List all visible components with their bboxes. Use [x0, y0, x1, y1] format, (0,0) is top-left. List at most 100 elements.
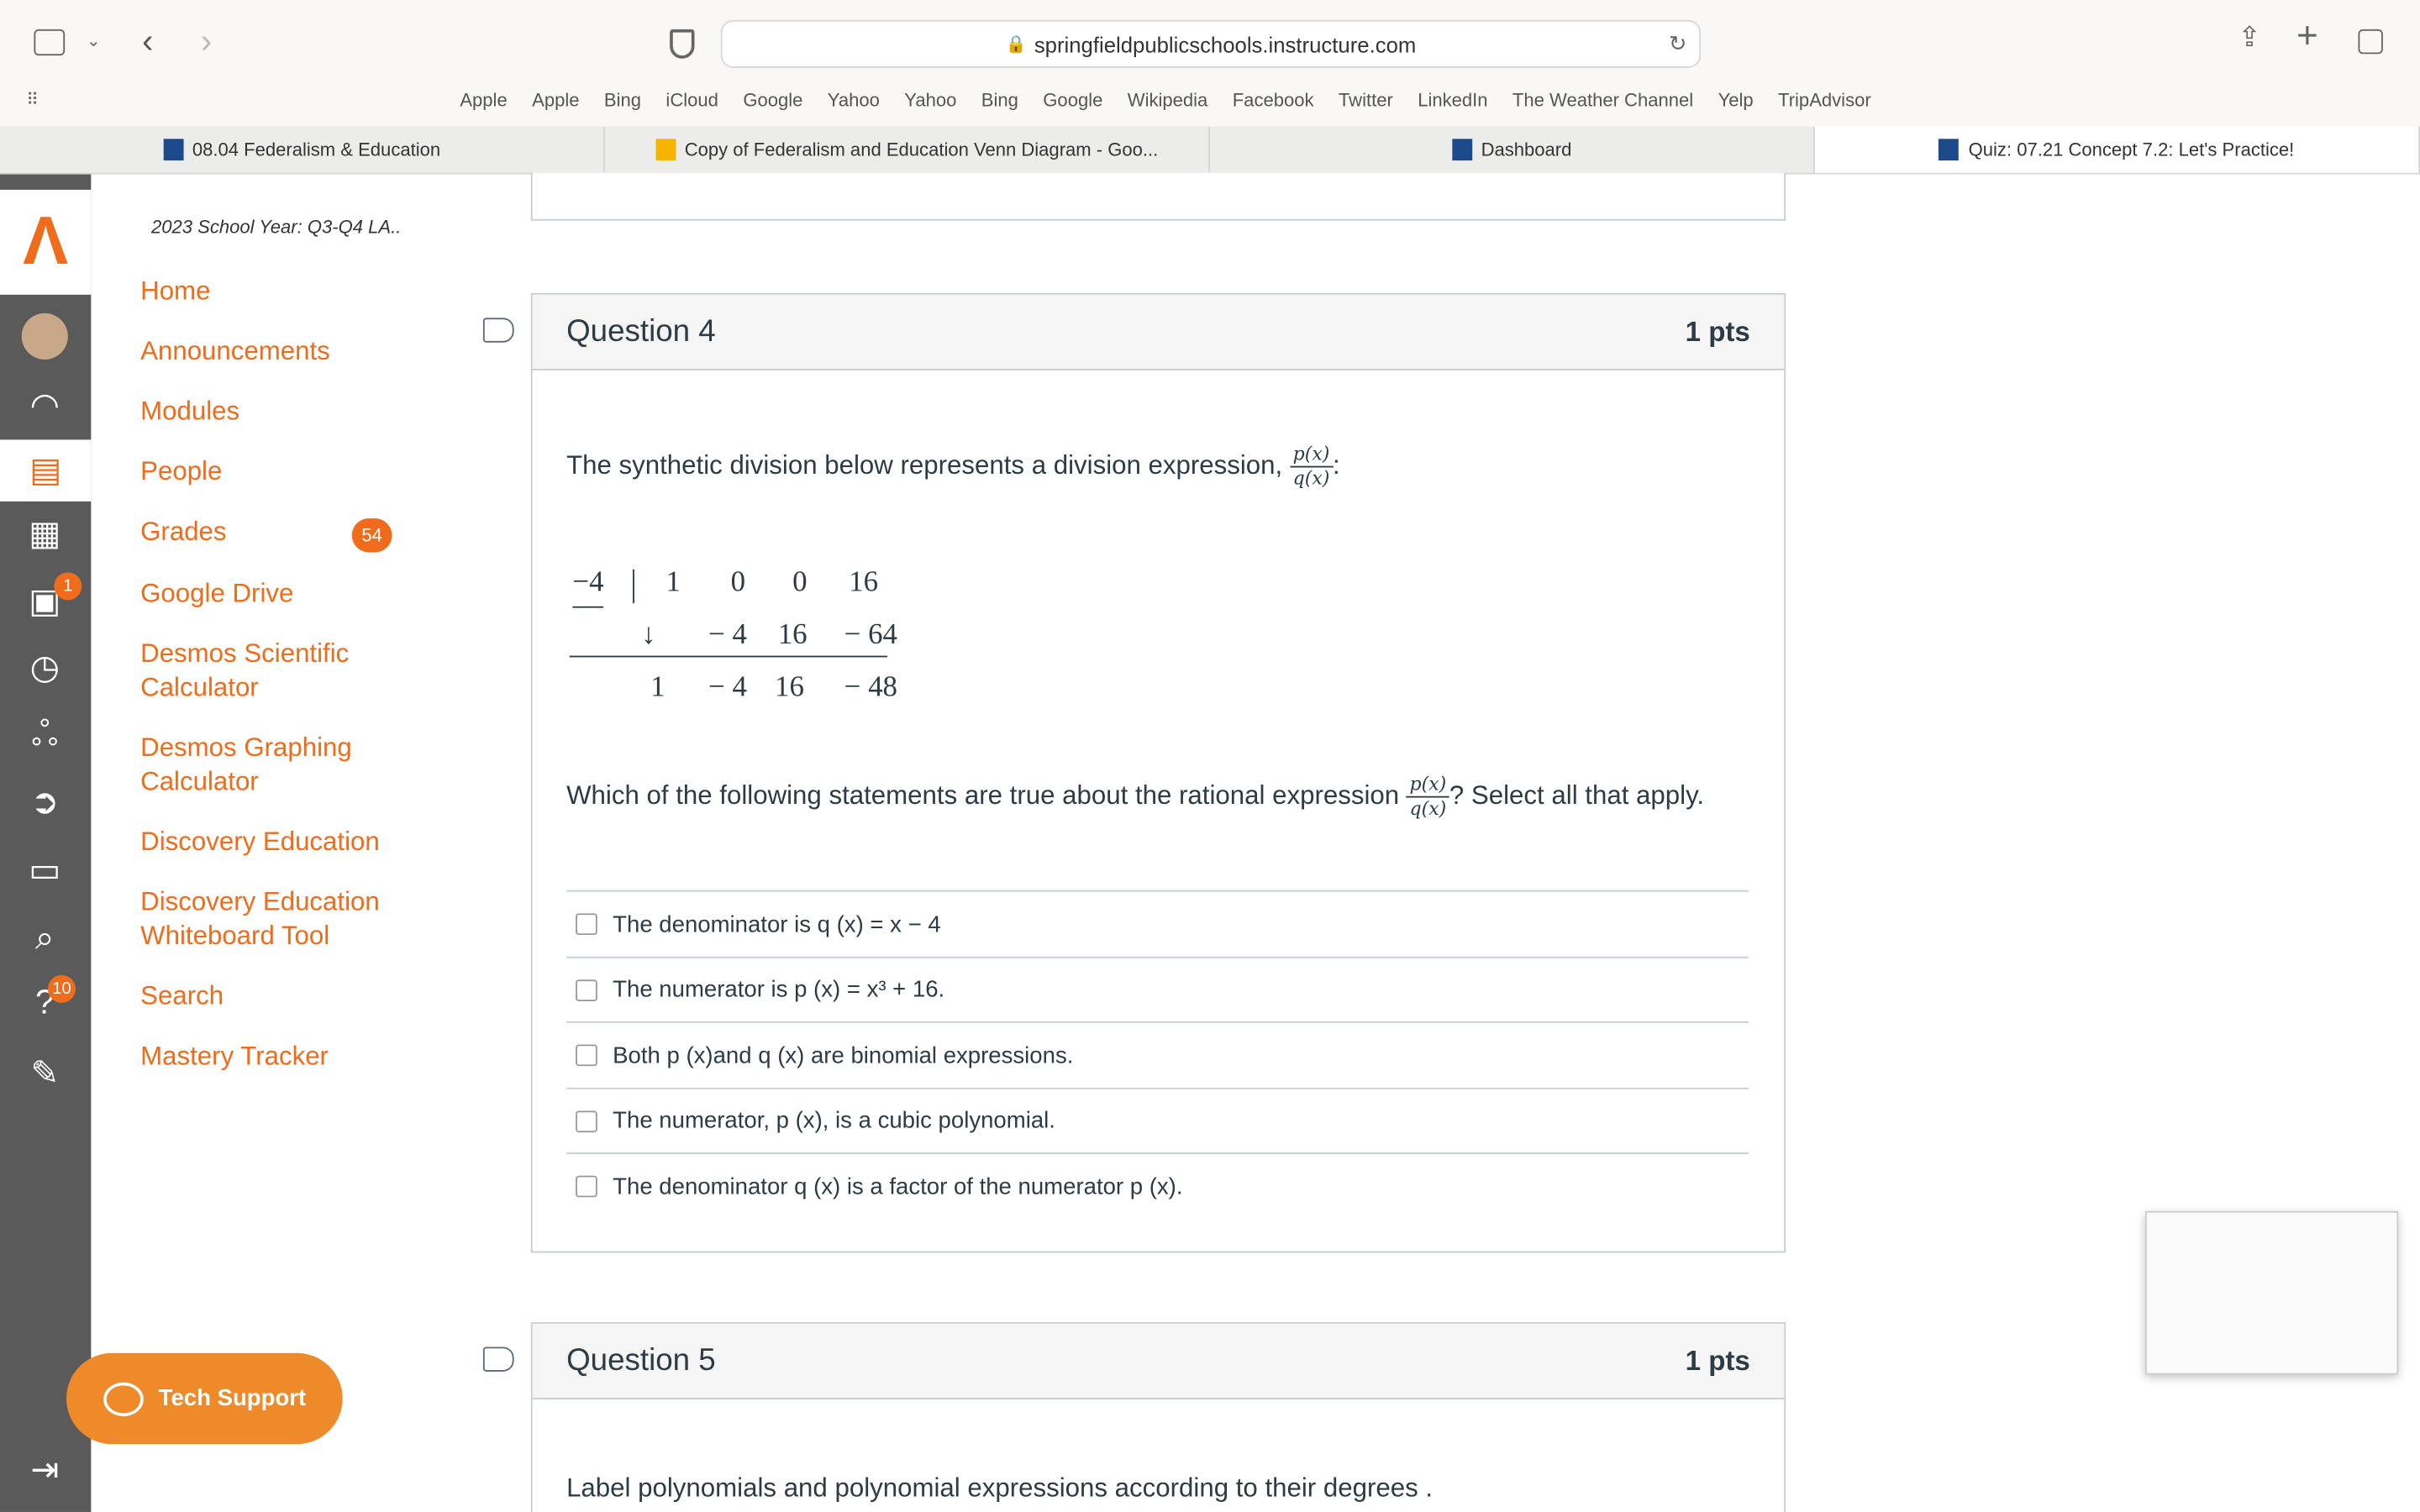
question-4: Question 4 1 pts The synthetic division b… — [530, 292, 1786, 1253]
course-nav-announcements[interactable]: Announcements — [140, 335, 387, 369]
division-cell: 0 — [792, 566, 808, 599]
flag-question-4-icon[interactable] — [482, 318, 514, 343]
division-cell: 16 — [775, 670, 804, 704]
favorite-link[interactable]: LinkedIn — [1418, 90, 1487, 112]
tab-favicon-icon — [1451, 139, 1472, 161]
favorite-link[interactable]: Twitter — [1339, 90, 1393, 112]
sum-line — [569, 655, 888, 658]
course-title: 2023 School Year: Q3-Q4 LA.. — [150, 216, 402, 238]
sidebar-toggle-icon[interactable] — [34, 29, 66, 56]
course-nav-search[interactable]: Search — [140, 979, 387, 1013]
browser-tab[interactable]: 08.04 Federalism & Education — [0, 126, 605, 173]
course-nav-discovery-education[interactable]: Discovery Education — [140, 826, 387, 859]
answer-checkbox[interactable] — [576, 1110, 597, 1132]
browser-tab[interactable]: Dashboard — [1210, 126, 1815, 173]
course-nav-grades[interactable]: Grades — [140, 515, 387, 549]
reload-icon[interactable]: ↻ — [1669, 31, 1687, 57]
course-nav-people[interactable]: People — [140, 455, 387, 489]
answer-option[interactable]: The denominator q (x) is a factor of the… — [566, 1152, 1749, 1219]
history-icon[interactable]: ◷ — [22, 645, 68, 691]
favorite-link[interactable]: Facebook — [1233, 90, 1314, 112]
answer-checkbox[interactable] — [576, 913, 597, 936]
course-nav-desmos-scientific-calculator[interactable]: Desmos Scientific Calculator — [140, 638, 387, 706]
favorite-link[interactable]: Bing — [981, 90, 1018, 112]
favorite-link[interactable]: The Weather Channel — [1512, 90, 1693, 112]
answer-option[interactable]: The numerator is p (x) = x³ + 16. — [566, 955, 1749, 1022]
groups-icon[interactable]: ஃ — [22, 711, 68, 758]
shield-icon[interactable] — [670, 29, 695, 59]
question-5: Question 5 1 pts Label polynomials and po… — [530, 1322, 1786, 1512]
course-nav-mastery-tracker[interactable]: Mastery Tracker — [140, 1040, 387, 1074]
flag-question-5-icon[interactable] — [482, 1347, 514, 1372]
collapse-nav-icon[interactable]: ⇥ — [22, 1447, 68, 1494]
avatar[interactable] — [21, 312, 68, 360]
browser-tab[interactable]: Copy of Federalism and Education Venn Di… — [605, 126, 1210, 173]
answer-option[interactable]: The numerator, p (x), is a cubic polynom… — [566, 1086, 1749, 1153]
division-bar — [633, 569, 634, 604]
tab-label: Quiz: 07.21 Concept 7.2: Let's Practice! — [1968, 139, 2295, 161]
favorite-link[interactable]: iCloud — [666, 90, 718, 112]
division-cell: 16 — [849, 566, 879, 599]
division-cell: 1 — [666, 566, 681, 599]
favorite-link[interactable]: Google — [743, 90, 802, 112]
answer-label: Both p (x)and q (x) are binomial express… — [613, 1042, 1074, 1068]
division-cell: − 4 — [708, 670, 747, 704]
tab-favicon-icon — [655, 139, 676, 161]
division-cell: − 4 — [708, 618, 747, 652]
browser-tab[interactable]: Quiz: 07.21 Concept 7.2: Let's Practice! — [1814, 126, 2420, 173]
url-text: springfieldpublicschools.instructure.com — [1034, 31, 1417, 57]
divisor: −4 — [572, 566, 604, 608]
question-prompt: Which of the following statements are tr… — [566, 773, 1704, 821]
help-badge: 10 — [47, 974, 76, 1003]
answer-label: The numerator, p (x), is a cubic polynom… — [613, 1107, 1055, 1134]
tech-support-label: Tech Support — [158, 1385, 307, 1412]
new-tab-icon[interactable]: + — [2296, 15, 2318, 58]
division-cell: 0 — [730, 566, 746, 599]
division-cell: − 64 — [844, 618, 897, 652]
course-nav-modules[interactable]: Modules — [140, 395, 387, 428]
search-icon[interactable]: ⌕ — [22, 915, 68, 961]
courses-icon[interactable]: ▤ — [0, 439, 92, 501]
answer-option[interactable]: Both p (x)and q (x) are binomial express… — [566, 1021, 1749, 1088]
tab-overview-icon[interactable] — [2358, 29, 2383, 55]
numerator: p(x) — [1406, 773, 1449, 798]
pin-icon[interactable]: ✎ — [22, 1051, 68, 1097]
answer-checkbox[interactable] — [576, 1044, 597, 1067]
favorite-link[interactable]: Yahoo — [904, 90, 956, 112]
logo[interactable]: Λ — [0, 189, 92, 295]
back-icon[interactable]: ‹ — [142, 22, 153, 62]
tech-support-button[interactable]: Tech Support — [66, 1352, 343, 1445]
calendar-icon[interactable]: ▦ — [22, 511, 68, 557]
intro-end: : — [1333, 450, 1340, 480]
numerator: p(x) — [1289, 443, 1334, 468]
chevron-down-icon[interactable]: ⌄ — [87, 31, 101, 51]
answer-label: The denominator q (x) is a factor of the… — [613, 1173, 1183, 1200]
course-nav-desmos-graphing-calculator[interactable]: Desmos Graphing Calculator — [140, 732, 387, 800]
favorite-link[interactable]: Apple — [532, 90, 579, 112]
grid-icon[interactable]: ⠿ — [26, 90, 39, 109]
question-title: Question 4 — [566, 313, 716, 349]
course-nav-home[interactable]: Home — [140, 275, 387, 308]
favorite-link[interactable]: Google — [1043, 90, 1102, 112]
lock-icon: 🔒 — [1005, 35, 1027, 55]
studio-icon[interactable]: ▭ — [22, 847, 68, 893]
favorite-link[interactable]: Wikipedia — [1128, 90, 1208, 112]
answer-option[interactable]: The denominator is q (x) = x − 4 — [566, 890, 1749, 957]
forward-icon[interactable]: › — [201, 22, 212, 62]
favorite-link[interactable]: Bing — [604, 90, 641, 112]
share-icon[interactable]: ⇪ — [2238, 22, 2261, 55]
answer-checkbox[interactable] — [576, 1175, 597, 1198]
answer-checkbox[interactable] — [576, 979, 597, 1001]
question-points: 1 pts — [1685, 1344, 1750, 1376]
address-bar[interactable]: 🔒 springfieldpublicschools.instructure.co… — [720, 19, 1702, 68]
course-nav-google-drive[interactable]: Google Drive — [140, 577, 387, 611]
screenshot-thumbnail[interactable] — [2145, 1210, 2399, 1375]
favorite-link[interactable]: Apple — [460, 90, 507, 112]
favorite-link[interactable]: TripAdvisor — [1778, 90, 1871, 112]
course-nav-discovery-education-whiteboard-tool[interactable]: Discovery Education Whiteboard Tool — [140, 885, 387, 953]
dashboard-icon[interactable]: ◠ — [22, 383, 68, 429]
logout-icon[interactable]: ➲ — [22, 780, 68, 826]
favorite-link[interactable]: Yahoo — [828, 90, 880, 112]
question-header: Question 5 1 pts — [532, 1323, 1785, 1399]
favorite-link[interactable]: Yelp — [1718, 90, 1754, 112]
